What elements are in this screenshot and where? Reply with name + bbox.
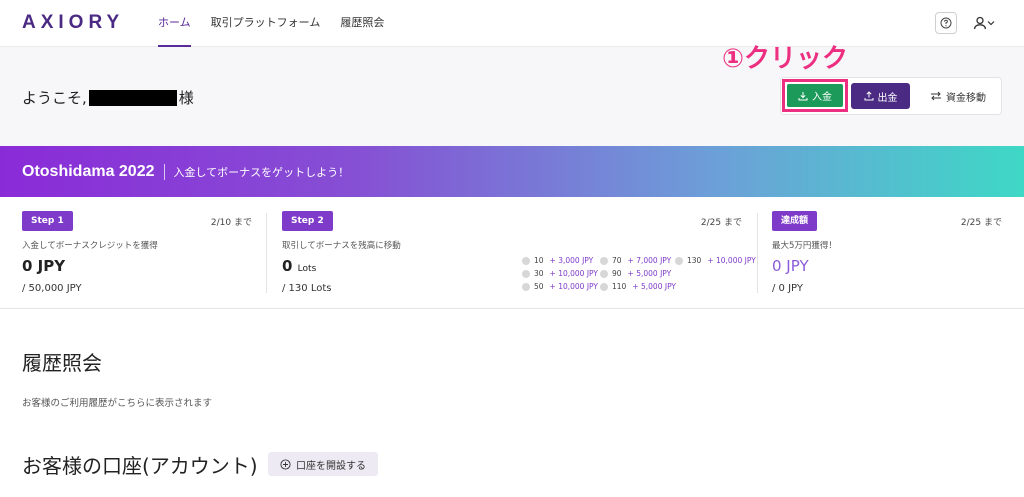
step1-deadline: 2/10 まで xyxy=(210,218,252,228)
achievement-value: 0 JPY xyxy=(772,257,809,275)
step2-total: / 130 Lots xyxy=(282,283,332,294)
step2-description: 取引してボーナスを残高に移動 xyxy=(282,241,401,251)
tier-lots: 130 xyxy=(687,256,702,265)
tier-item: 70 + 7,000 JPY xyxy=(600,256,671,265)
tier-bonus: + 5,000 JPY xyxy=(632,282,677,291)
chevron-down-icon xyxy=(987,21,995,26)
step1-total: / 50,000 JPY xyxy=(22,283,82,294)
campaign-banner: Otoshidama 2022 入金してボーナスをゲットしよう！ xyxy=(0,146,1024,197)
step1-value: 0 JPY xyxy=(22,257,66,275)
tier-status-dot xyxy=(522,282,530,291)
deposit-button[interactable]: 入金 xyxy=(787,84,843,107)
open-account-label: 口座を開設する xyxy=(296,460,366,472)
campaign-steps: Step 1 2/10 まで 入金してボーナスクレジットを獲得 0 JPY / … xyxy=(0,197,1024,309)
user-menu-button[interactable] xyxy=(970,12,998,34)
tier-bonus: + 10,000 JPY xyxy=(549,269,598,278)
tier-status-dot xyxy=(522,256,530,265)
transfer-label: 資金移動 xyxy=(946,92,986,104)
nav-item-trading-platform[interactable]: 取引プラットフォーム xyxy=(211,0,321,47)
welcome-suffix: 様 xyxy=(178,89,194,107)
open-account-button[interactable]: 口座を開設する xyxy=(268,452,378,476)
transfer-button[interactable]: 資金移動 xyxy=(918,83,998,109)
tier-lots: 110 xyxy=(612,282,627,291)
deposit-label: 入金 xyxy=(812,92,832,103)
tier-status-dot xyxy=(675,256,683,265)
achievement-deadline: 2/25 まで xyxy=(960,218,1002,228)
step-divider xyxy=(266,213,267,293)
step2-deadline: 2/25 まで xyxy=(700,218,742,228)
tier-lots: 50 xyxy=(534,282,544,291)
achievement-total: / 0 JPY xyxy=(772,283,803,294)
withdraw-label: 出金 xyxy=(877,92,898,104)
step2-value: 0 Lots xyxy=(282,257,316,275)
help-button[interactable] xyxy=(935,12,957,34)
nav-item-home[interactable]: ホーム xyxy=(158,0,191,47)
tier-status-dot xyxy=(600,282,608,291)
tier-status-dot xyxy=(522,269,530,278)
step2-value-number: 0 xyxy=(282,257,293,275)
step2-value-unit: Lots xyxy=(297,264,317,274)
axiory-logo[interactable]: AXIORY xyxy=(22,12,124,34)
tier-lots: 30 xyxy=(534,269,544,278)
tier-bonus: + 7,000 JPY xyxy=(627,256,672,265)
question-circle-icon xyxy=(940,17,952,29)
user-icon xyxy=(973,16,987,30)
nav-item-history[interactable]: 履歴照会 xyxy=(340,0,384,47)
banner-title: Otoshidama 2022 xyxy=(22,162,155,180)
tier-bonus: + 3,000 JPY xyxy=(549,256,594,265)
accounts-section-title: お客様の口座(アカウント) xyxy=(22,454,258,478)
achievement-description: 最大5万円獲得！ xyxy=(772,241,837,251)
main-nav: ホーム 取引プラットフォーム 履歴照会 xyxy=(158,0,404,47)
history-empty-message: お客様のご利用履歴がこちらに表示されます xyxy=(22,398,213,409)
withdraw-button[interactable]: 出金 xyxy=(851,83,910,109)
deposit-highlight: 入金 xyxy=(782,79,848,112)
banner-subtitle: 入金してボーナスをゲットしよう！ xyxy=(173,165,350,179)
tier-item: 110 + 5,000 JPY xyxy=(600,282,676,291)
welcome-section: ようこそ, 様 入金 出金 資金移動 ①クリック xyxy=(0,44,1024,146)
tier-status-dot xyxy=(600,269,608,278)
banner-divider xyxy=(163,163,165,180)
welcome-message: ようこそ, 様 xyxy=(22,87,194,108)
click-annotation: ①クリック xyxy=(722,44,849,74)
tier-lots: 10 xyxy=(534,256,544,265)
transfer-arrows-icon xyxy=(931,91,941,101)
tier-bonus: + 10,000 JPY xyxy=(707,256,756,265)
upload-icon xyxy=(864,91,873,101)
download-icon xyxy=(798,91,808,100)
step1-description: 入金してボーナスクレジットを獲得 xyxy=(22,241,158,251)
tier-item: 50 + 10,000 JPY xyxy=(522,282,598,291)
tier-status-dot xyxy=(600,256,608,265)
tier-item: 30 + 10,000 JPY xyxy=(522,269,598,278)
achievement-badge: 達成額 xyxy=(772,211,818,231)
history-section-title: 履歴照会 xyxy=(22,351,102,375)
plus-circle-icon xyxy=(280,458,291,470)
tier-bonus: + 10,000 JPY xyxy=(549,282,598,291)
tier-item: 130 + 10,000 JPY xyxy=(675,256,756,265)
tier-lots: 90 xyxy=(612,269,622,278)
welcome-prefix: ようこそ, xyxy=(22,89,87,107)
tier-bonus: + 5,000 JPY xyxy=(627,269,672,278)
step-divider xyxy=(757,213,758,293)
tier-item: 10 + 3,000 JPY xyxy=(522,256,593,265)
step2-badge: Step 2 xyxy=(282,211,333,231)
tier-lots: 70 xyxy=(612,256,622,265)
redacted-username xyxy=(88,89,177,106)
tier-item: 90 + 5,000 JPY xyxy=(600,269,671,278)
top-navigation-bar: AXIORY ホーム 取引プラットフォーム 履歴照会 xyxy=(0,0,1024,47)
step1-badge: Step 1 xyxy=(22,211,73,231)
